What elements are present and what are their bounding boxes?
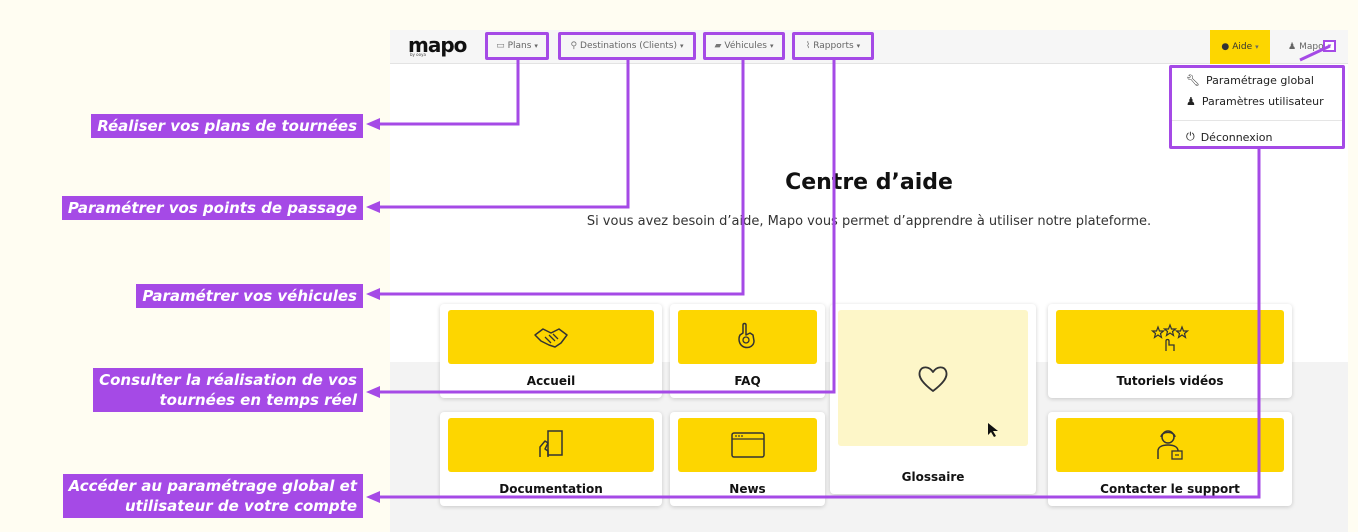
- wrench-icon: 🔧︎: [1186, 74, 1200, 87]
- card-label: Tutoriels vidéos: [1116, 374, 1224, 388]
- callout-compte-line2: utilisateur de votre compte: [124, 497, 357, 515]
- card-glossaire[interactable]: Glossaire: [830, 304, 1036, 494]
- callout-plans-text: Réaliser vos plans de tournées: [97, 117, 357, 135]
- menu-item-label: Paramétrage global: [1205, 74, 1314, 87]
- arrow-head: [366, 491, 380, 503]
- chevron-down-icon: ▾: [1255, 43, 1259, 51]
- menu-divider: [1172, 120, 1342, 121]
- menu-item-user-settings[interactable]: ♟ Paramètres utilisateur: [1186, 95, 1324, 108]
- callout-vehicules-text: Paramétrer vos véhicules: [142, 287, 357, 305]
- menu-item-logout[interactable]: ⏻ Déconnexion: [1186, 130, 1273, 144]
- card-documentation[interactable]: Documentation: [440, 412, 662, 506]
- callout-plans: Réaliser vos plans de tournées: [91, 114, 363, 138]
- support-agent-icon: [1157, 430, 1183, 460]
- handshake-icon: [534, 328, 568, 348]
- nav-rapports[interactable]: ⌇ Rapports ▾: [792, 32, 874, 60]
- callout-compte-line1: Accéder au paramétrage global et: [68, 477, 357, 495]
- arrow-head: [366, 288, 380, 300]
- card-news[interactable]: News: [670, 412, 825, 506]
- truck-icon: ▰: [714, 41, 722, 51]
- document-hand-icon: [539, 430, 563, 457]
- card-label: Glossaire: [901, 470, 965, 484]
- card-icon-area: [678, 418, 817, 472]
- chevron-down-icon: ▾: [1327, 42, 1332, 50]
- card-icon-area: [678, 310, 817, 364]
- calendar-icon: ▭: [496, 41, 505, 51]
- card-accueil[interactable]: Accueil: [440, 304, 662, 398]
- user-icon: ♟: [1288, 42, 1297, 52]
- arrow-head: [366, 201, 380, 213]
- chevron-down-icon: ▾: [856, 42, 861, 50]
- question-icon: ●: [1221, 42, 1230, 52]
- callout-compte: Accéder au paramétrage global et utilisa…: [62, 474, 363, 518]
- aide-button[interactable]: ● Aide ▾: [1210, 30, 1270, 64]
- user-dropdown-menu: 🔧︎ Paramétrage global ♟ Paramètres utili…: [1169, 65, 1345, 149]
- nav-plans-label: Plans: [507, 41, 532, 51]
- nav-vehicules-label: Véhicules: [724, 41, 767, 51]
- card-icon-area: [838, 310, 1028, 446]
- nav-rapports-label: Rapports: [813, 41, 854, 51]
- power-icon: ⏻: [1186, 130, 1195, 143]
- callout-vehicules: Paramétrer vos véhicules: [136, 284, 363, 308]
- hand-gesture-icon: [737, 322, 755, 349]
- user-menu-button[interactable]: ♟ Mapo: [1288, 30, 1324, 64]
- chart-icon: ⌇: [805, 41, 811, 51]
- nav-vehicules[interactable]: ▰ Véhicules ▾: [703, 32, 785, 60]
- chevron-down-icon: ▾: [770, 42, 774, 50]
- card-label: Contacter le support: [1100, 482, 1240, 496]
- aide-label: Aide: [1232, 42, 1253, 52]
- card-label: Accueil: [526, 374, 576, 388]
- navbar: mapo by ooya ▭ Plans ▾ ⚲ Destinations (C…: [390, 30, 1348, 64]
- user-dropdown-toggle[interactable]: ▾: [1323, 40, 1336, 52]
- card-support[interactable]: Contacter le support: [1048, 412, 1292, 506]
- callout-rapports: Consulter la réalisation de vos tournées…: [93, 368, 363, 412]
- card-label: Documentation: [499, 482, 603, 496]
- chevron-down-icon: ▾: [680, 42, 684, 50]
- mouse-cursor-icon: [988, 423, 998, 437]
- card-icon-area: [1056, 310, 1284, 364]
- app-screenshot: mapo by ooya ▭ Plans ▾ ⚲ Destinations (C…: [390, 30, 1348, 532]
- card-label: FAQ: [734, 374, 761, 388]
- menu-item-global-settings[interactable]: 🔧︎ Paramétrage global: [1186, 74, 1314, 87]
- user-icon: ♟: [1186, 95, 1196, 108]
- chevron-down-icon: ▾: [534, 42, 538, 50]
- nav-destinations-label: Destinations (Clients): [580, 41, 678, 51]
- card-icon-area: [1056, 418, 1284, 472]
- card-faq[interactable]: FAQ: [670, 304, 825, 398]
- callout-destinations-text: Paramétrer vos points de passage: [67, 199, 357, 217]
- menu-item-label: Paramètres utilisateur: [1201, 95, 1324, 108]
- rating-stars-icon: [1150, 323, 1190, 351]
- nav-plans[interactable]: ▭ Plans ▾: [485, 32, 549, 60]
- nav-destinations[interactable]: ⚲ Destinations (Clients) ▾: [558, 32, 696, 60]
- logo-subtext: by ooya: [410, 52, 426, 57]
- page-subtitle: Si vous avez besoin d’aide, Mapo vous pe…: [586, 214, 1152, 229]
- arrow-head: [366, 386, 380, 398]
- card-label: News: [729, 482, 766, 496]
- card-icon-area: [448, 418, 654, 472]
- callout-rapports-line1: Consulter la réalisation de vos: [99, 371, 357, 389]
- menu-item-label: Déconnexion: [1200, 130, 1273, 144]
- browser-window-icon: [730, 432, 765, 458]
- card-tutoriels[interactable]: Tutoriels vidéos: [1048, 304, 1292, 398]
- arrow-head: [366, 118, 380, 130]
- callout-destinations: Paramétrer vos points de passage: [61, 196, 363, 220]
- map-pin-icon: ⚲: [570, 41, 578, 51]
- callout-rapports-line2: tournées en temps réel: [159, 391, 357, 409]
- heart-icon: [918, 366, 948, 392]
- page-title: Centre d’aide: [785, 170, 953, 195]
- card-icon-area: [448, 310, 654, 364]
- user-label: Mapo: [1299, 42, 1324, 52]
